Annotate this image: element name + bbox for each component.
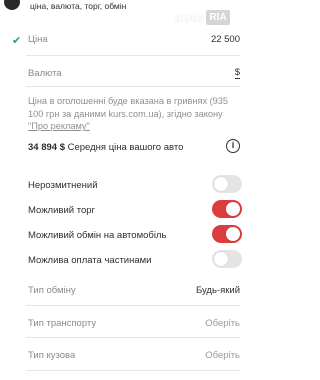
- exchange-type-value[interactable]: Будь-який: [196, 285, 240, 296]
- transport-type-label: Тип транспорту: [28, 318, 97, 329]
- select-row-body-type[interactable]: Тип кузова Оберіть: [0, 345, 250, 369]
- toggle-not-cleared[interactable]: [212, 175, 242, 193]
- price-label: Ціна: [28, 34, 48, 45]
- currency-label: Валюта: [28, 68, 62, 79]
- logo-auto-text: auto: [174, 9, 205, 25]
- currency-select[interactable]: $: [234, 68, 240, 79]
- toggle-label-exchange: Можливий обмін на автомобіль: [28, 230, 167, 241]
- logo-ria-badge: RIA: [206, 9, 230, 25]
- divider: [26, 305, 240, 306]
- toggle-exchange[interactable]: [212, 225, 242, 243]
- back-button[interactable]: [4, 0, 20, 10]
- header-strip: ціна, валюта, торг, обмін auto RIA: [0, 0, 250, 28]
- toggle-bargain[interactable]: [212, 200, 242, 218]
- info-icon[interactable]: i: [226, 139, 240, 153]
- toggle-label-bargain: Можливий торг: [28, 205, 95, 216]
- select-row-exchange-type[interactable]: Тип обміну Будь-який: [0, 280, 250, 304]
- divider: [26, 370, 240, 371]
- toggle-knob: [226, 227, 240, 241]
- exchange-type-label: Тип обміну: [28, 285, 76, 296]
- divider: [26, 55, 240, 56]
- divider: [26, 337, 240, 338]
- average-price-amount: 34 894 $: [28, 142, 65, 153]
- advertising-law-link[interactable]: "Про рекламу": [28, 121, 90, 131]
- price-info-text: Ціна в оголошенні буде вказана в гривнях…: [28, 95, 242, 133]
- price-info-body: Ціна в оголошенні буде вказана в гривнях…: [28, 96, 228, 119]
- body-type-label: Тип кузова: [28, 350, 76, 361]
- autoria-logo[interactable]: auto RIA: [174, 9, 230, 25]
- body-type-value[interactable]: Оберіть: [205, 350, 240, 361]
- toggle-label-installments: Можлива оплата частинами: [28, 255, 152, 266]
- select-row-transport-type[interactable]: Тип транспорту Оберіть: [0, 313, 250, 337]
- average-price: 34 894 $ Середня ціна вашого авто: [28, 142, 183, 153]
- check-icon: ✔: [12, 35, 22, 47]
- toggle-label-not-cleared: Нерозмитнений: [28, 180, 98, 191]
- price-input[interactable]: 22 500: [211, 34, 240, 45]
- toggle-knob: [226, 202, 240, 216]
- toggle-knob: [214, 252, 228, 266]
- average-price-label: Середня ціна вашого авто: [64, 142, 184, 153]
- toggle-knob: [214, 177, 228, 191]
- toggle-installments[interactable]: [212, 250, 242, 268]
- divider: [26, 86, 240, 87]
- section-subtitle: ціна, валюта, торг, обмін: [30, 1, 127, 11]
- transport-type-value[interactable]: Оберіть: [205, 318, 240, 329]
